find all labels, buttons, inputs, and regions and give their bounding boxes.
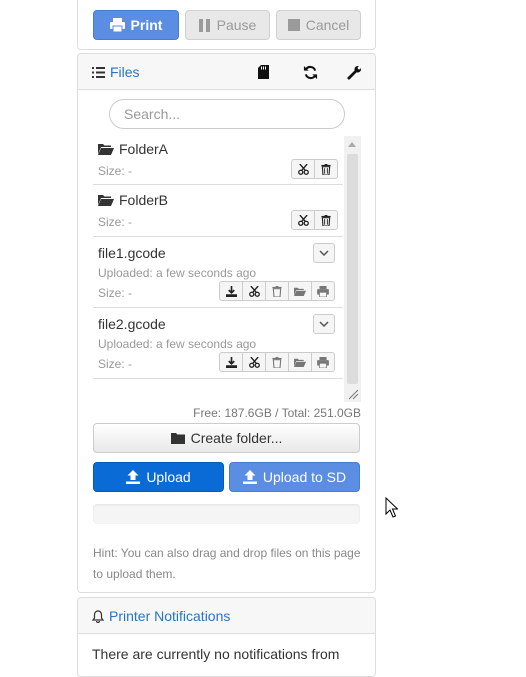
trash-icon[interactable] <box>266 282 289 300</box>
list-item[interactable]: file2.gcode Uploaded: a few seconds ago … <box>93 309 343 379</box>
download-icon[interactable] <box>220 353 243 371</box>
folder-open-icon[interactable] <box>289 282 312 300</box>
file-name: file2.gcode <box>98 316 166 332</box>
files-panel: Files FolderA Size: - <box>77 53 376 593</box>
list-item[interactable]: file1.gcode Uploaded: a few seconds ago … <box>93 238 343 308</box>
stop-icon <box>287 19 300 31</box>
file-size: Size: - <box>98 286 133 300</box>
trash-icon[interactable] <box>266 353 289 371</box>
search-input[interactable] <box>109 99 345 129</box>
trash-icon[interactable] <box>315 211 337 229</box>
pause-label: Pause <box>216 17 257 33</box>
file-actions <box>219 352 335 372</box>
cut-icon[interactable] <box>243 353 266 371</box>
file-uploaded: Uploaded: a few seconds ago <box>98 266 257 280</box>
notifications-toggle[interactable]: Printer Notifications <box>92 608 230 624</box>
folder-size: Size: - <box>98 164 133 178</box>
notifications-panel: Printer Notifications There are currentl… <box>77 597 376 677</box>
print-label: Print <box>130 17 163 33</box>
upload-progress-bar <box>93 504 360 524</box>
bell-icon <box>92 609 104 623</box>
cancel-label: Cancel <box>305 17 350 33</box>
print-button[interactable]: Print <box>93 10 179 40</box>
list-icon <box>92 66 105 78</box>
upload-icon <box>242 470 257 484</box>
notifications-title: Printer Notifications <box>109 608 231 624</box>
drag-drop-hint: Hint: You can also drag and drop files o… <box>93 546 361 581</box>
mouse-cursor-icon <box>385 497 398 518</box>
upload-to-sd-button[interactable]: Upload to SD <box>229 462 360 492</box>
scroll-up-arrow-icon <box>348 142 356 147</box>
file-list: FolderA Size: - FolderB Size: - file1.gc… <box>93 136 359 402</box>
scroll-thumb[interactable] <box>347 154 358 384</box>
files-title: Files <box>110 64 140 80</box>
chevron-down-icon <box>319 321 329 327</box>
refresh-icon[interactable] <box>300 62 320 82</box>
trash-icon[interactable] <box>315 160 337 178</box>
print-icon[interactable] <box>312 353 334 371</box>
print-icon <box>109 18 125 32</box>
upload-sd-label: Upload to SD <box>262 469 347 485</box>
upload-icon <box>126 470 141 484</box>
list-item[interactable]: FolderB Size: - <box>93 186 343 237</box>
folder-open-icon[interactable] <box>289 353 312 371</box>
folder-name: FolderA <box>119 141 169 157</box>
pause-button[interactable]: Pause <box>185 10 270 40</box>
file-list-scrollbar[interactable] <box>344 136 361 402</box>
folder-open-icon <box>98 144 114 155</box>
file-size: Size: - <box>98 357 133 371</box>
folder-name: FolderB <box>119 192 169 208</box>
file-actions <box>219 281 335 301</box>
file-name: file1.gcode <box>98 245 166 261</box>
upload-button[interactable]: Upload <box>93 462 224 492</box>
expand-button[interactable] <box>313 243 335 263</box>
sd-card-icon[interactable] <box>253 62 273 82</box>
folder-actions <box>291 210 338 230</box>
resize-handle-icon[interactable] <box>347 388 359 400</box>
files-panel-heading: Files <box>78 54 375 90</box>
folder-open-icon <box>98 195 114 206</box>
storage-info: Free: 187.6GB / Total: 251.0GB <box>193 406 361 420</box>
print-controls-panel: Print Pause Cancel <box>77 0 376 50</box>
file-uploaded: Uploaded: a few seconds ago <box>98 337 257 351</box>
cut-icon[interactable] <box>243 282 266 300</box>
pause-icon <box>198 18 210 32</box>
download-icon[interactable] <box>220 282 243 300</box>
folder-name-row: FolderA <box>98 141 168 157</box>
folder-actions <box>291 159 338 179</box>
notifications-heading: Printer Notifications <box>78 598 375 634</box>
notifications-message: There are currently no notifications fro… <box>92 646 340 662</box>
create-folder-button[interactable]: Create folder... <box>93 423 360 453</box>
upload-label: Upload <box>146 469 191 485</box>
wrench-icon[interactable] <box>344 62 364 82</box>
folder-name-row: FolderB <box>98 192 168 208</box>
list-item[interactable]: FolderA Size: - <box>93 136 343 185</box>
create-folder-label: Create folder... <box>190 430 283 446</box>
files-toggle[interactable]: Files <box>92 64 140 80</box>
cut-icon[interactable] <box>292 160 315 178</box>
print-icon[interactable] <box>312 282 334 300</box>
expand-button[interactable] <box>313 314 335 334</box>
cancel-button[interactable]: Cancel <box>276 10 361 40</box>
chevron-down-icon <box>319 250 329 256</box>
folder-icon <box>170 432 185 444</box>
cut-icon[interactable] <box>292 211 315 229</box>
folder-size: Size: - <box>98 215 133 229</box>
